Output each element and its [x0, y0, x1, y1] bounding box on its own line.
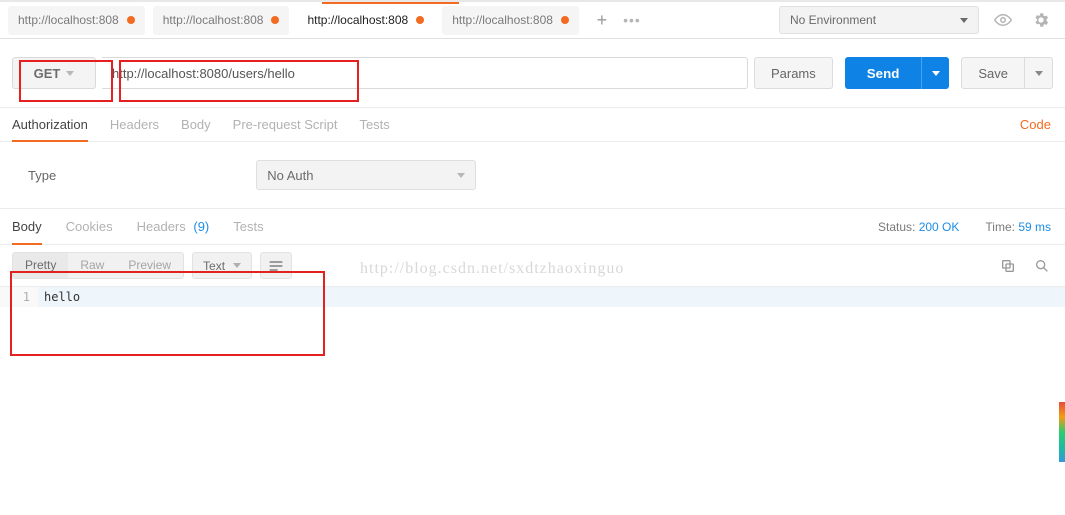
tab-label: http://localhost:808: [18, 13, 119, 27]
tab-label: http://localhost:808: [452, 13, 553, 27]
unsaved-dot-icon: [271, 16, 279, 24]
search-icon: [1034, 258, 1050, 274]
auth-selected: No Auth: [267, 168, 313, 183]
request-config-tabs: Authorization Headers Body Pre-request S…: [0, 108, 1065, 142]
request-builder: GET Params Send Save: [0, 39, 1065, 108]
send-dropdown[interactable]: [921, 57, 949, 89]
tab-label: http://localhost:808: [307, 13, 408, 27]
tab-prerequest[interactable]: Pre-request Script: [233, 108, 338, 142]
http-method-selector[interactable]: GET: [12, 57, 96, 89]
gear-icon: [1032, 11, 1050, 29]
save-button[interactable]: Save: [961, 57, 1025, 89]
chevron-down-icon: [66, 71, 74, 76]
line-number: 1: [23, 290, 30, 304]
environment-selector[interactable]: No Environment: [779, 6, 979, 34]
request-tab-3[interactable]: http://localhost:808: [297, 6, 434, 35]
response-content[interactable]: hello: [38, 287, 1065, 307]
view-pretty[interactable]: Pretty: [13, 253, 68, 278]
response-tab-tests[interactable]: Tests: [233, 209, 263, 245]
line-gutter: 1: [0, 287, 38, 307]
response-meta: Status: 200 OK Time: 59 ms: [878, 220, 1051, 234]
chevron-down-icon: [457, 173, 465, 178]
status-value: 200 OK: [919, 220, 960, 234]
save-dropdown[interactable]: [1025, 57, 1053, 89]
environment-quicklook-button[interactable]: [989, 6, 1017, 34]
view-raw[interactable]: Raw: [68, 253, 116, 278]
response-format-selector[interactable]: Text: [192, 252, 252, 279]
response-viewer-toolbar: Pretty Raw Preview Text: [0, 245, 1065, 287]
response-tab-body[interactable]: Body: [12, 209, 42, 245]
response-tabs: Body Cookies Headers (9) Tests Status: 2…: [0, 209, 1065, 245]
more-tabs-button[interactable]: •••: [617, 6, 647, 35]
chevron-down-icon: [960, 18, 968, 23]
tab-body[interactable]: Body: [181, 108, 211, 142]
chevron-down-icon: [932, 71, 940, 76]
auth-type-label: Type: [28, 168, 56, 183]
status-label: Status:: [878, 220, 915, 234]
tab-authorization[interactable]: Authorization: [12, 108, 88, 142]
send-button[interactable]: Send: [845, 57, 922, 89]
format-label: Text: [203, 259, 225, 273]
time-label: Time:: [985, 220, 1015, 234]
tab-tests[interactable]: Tests: [359, 108, 389, 142]
tab-headers[interactable]: Headers: [110, 108, 159, 142]
time-value: 59 ms: [1018, 220, 1051, 234]
auth-type-selector[interactable]: No Auth: [256, 160, 476, 190]
unsaved-dot-icon: [561, 16, 569, 24]
chevron-down-icon: [1035, 71, 1043, 76]
response-body: 1 hello: [0, 287, 1065, 307]
line-wrap-button[interactable]: [260, 252, 292, 279]
request-url-input[interactable]: [102, 57, 748, 89]
search-response-button[interactable]: [1031, 255, 1053, 277]
header-count-badge: (9): [193, 219, 209, 234]
new-tab-button[interactable]: +: [587, 6, 617, 35]
wrap-icon: [268, 259, 284, 273]
response-tab-headers[interactable]: Headers (9): [137, 209, 210, 245]
request-tab-4[interactable]: http://localhost:808: [442, 6, 579, 35]
view-preview[interactable]: Preview: [116, 253, 183, 278]
code-link[interactable]: Code: [1020, 117, 1051, 132]
tab-label: http://localhost:808: [163, 13, 264, 27]
tab-bar: http://localhost:808 http://localhost:80…: [0, 2, 1065, 39]
copy-icon: [1000, 258, 1016, 274]
chevron-down-icon: [233, 263, 241, 268]
method-label: GET: [34, 66, 61, 81]
settings-button[interactable]: [1027, 6, 1055, 34]
authorization-panel: Type No Auth: [0, 142, 1065, 209]
unsaved-dot-icon: [127, 16, 135, 24]
request-tab-2[interactable]: http://localhost:808: [153, 6, 290, 35]
unsaved-dot-icon: [416, 16, 424, 24]
response-tab-cookies[interactable]: Cookies: [66, 209, 113, 245]
view-mode-group: Pretty Raw Preview: [12, 252, 184, 279]
eye-icon: [994, 11, 1012, 29]
params-button[interactable]: Params: [754, 57, 833, 89]
color-strip-icon: [1059, 402, 1065, 462]
copy-response-button[interactable]: [997, 255, 1019, 277]
request-tab-1[interactable]: http://localhost:808: [8, 6, 145, 35]
environment-label: No Environment: [790, 13, 876, 27]
